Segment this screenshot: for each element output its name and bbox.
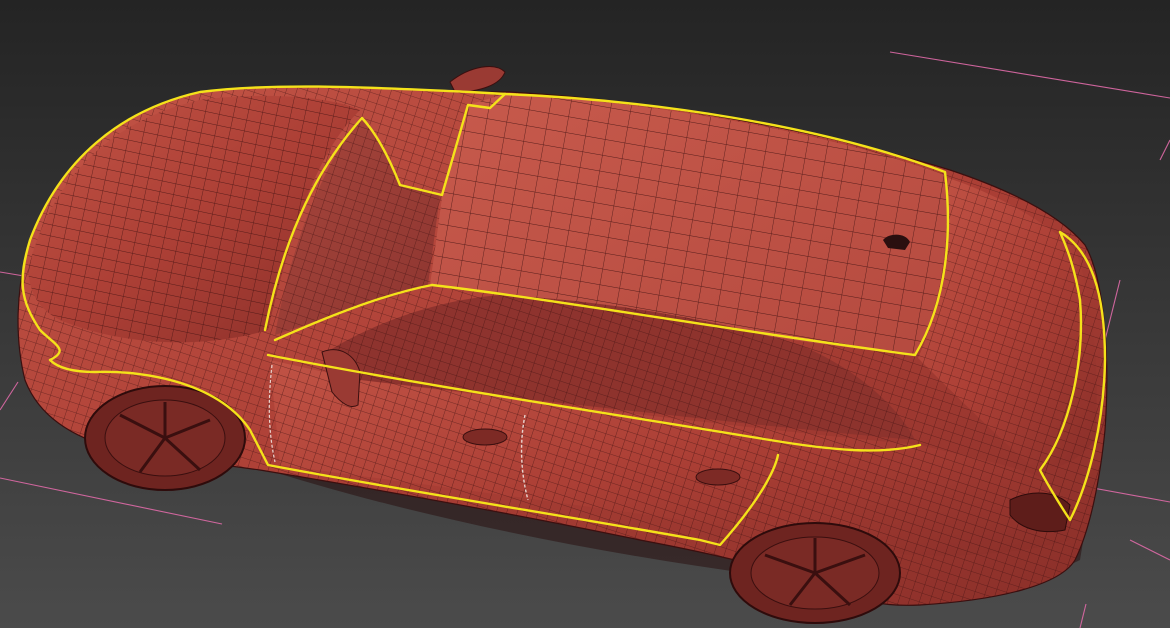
scene-canvas[interactable] bbox=[0, 0, 1170, 628]
front-door-handle[interactable] bbox=[462, 428, 508, 446]
rear-wheel[interactable] bbox=[729, 522, 901, 624]
rear-door-handle[interactable] bbox=[695, 468, 741, 486]
far-side-mirror bbox=[449, 66, 506, 93]
3d-viewport[interactable] bbox=[0, 0, 1170, 628]
